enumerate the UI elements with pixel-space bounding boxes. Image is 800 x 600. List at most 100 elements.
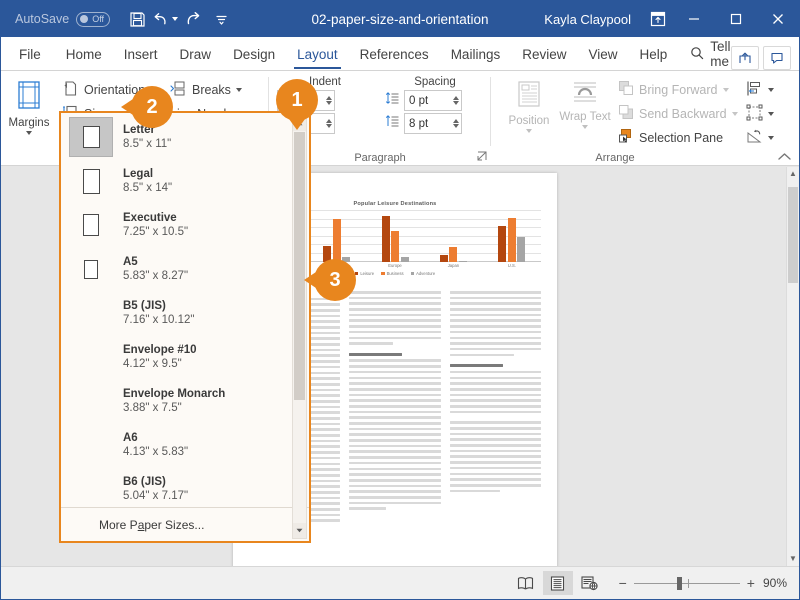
vertical-scrollbar[interactable]: ▲ ▼ (786, 167, 799, 566)
tab-mailings[interactable]: Mailings (440, 38, 512, 70)
zoom-handle[interactable] (677, 577, 682, 590)
account-name[interactable]: Kayla Claypool (544, 12, 631, 27)
dropdown-scrollbar[interactable] (292, 115, 307, 539)
text-column-3: Viva Las Vegas (450, 291, 541, 566)
share-icon[interactable] (731, 46, 759, 70)
spacing-after-stepper[interactable] (453, 119, 459, 128)
wrap-text-icon (571, 80, 599, 109)
ribbon-display-options-icon[interactable] (643, 4, 673, 34)
size-option-dimensions: 7.16" x 10.12" (123, 313, 194, 328)
chart-legend-swatch (381, 272, 385, 276)
bring-forward-caret-icon[interactable] (723, 88, 729, 92)
align-objects-button[interactable] (741, 78, 779, 101)
tab-design[interactable]: Design (222, 38, 286, 70)
undo-icon[interactable] (152, 6, 178, 32)
spacing-after-input[interactable]: 8 pt (404, 113, 462, 134)
chart-legend-label: Leisure (360, 271, 374, 276)
margins-button[interactable]: Margins (1, 74, 57, 166)
tab-layout[interactable]: Layout (286, 38, 349, 70)
size-option-dimensions: 8.5" x 11" (123, 137, 171, 152)
zoom-track[interactable] (634, 583, 740, 584)
comments-icon[interactable] (763, 46, 791, 70)
size-option-executive[interactable]: Executive7.25" x 10.5" (61, 203, 309, 247)
dropdown-scrollbar-thumb[interactable] (294, 132, 305, 400)
redo-icon[interactable] (180, 6, 206, 32)
rotate-objects-caret-icon[interactable] (768, 136, 774, 140)
selection-pane-label: Selection Pane (639, 131, 723, 145)
read-mode-icon[interactable] (511, 571, 541, 595)
tab-review[interactable]: Review (511, 38, 577, 70)
breaks-caret-icon[interactable] (236, 88, 242, 92)
wrap-text-caret-icon[interactable] (582, 125, 588, 129)
web-layout-icon[interactable] (575, 571, 605, 595)
tab-help[interactable]: Help (629, 38, 679, 70)
minimize-icon[interactable] (673, 1, 715, 37)
breaks-button[interactable]: Breaks (165, 78, 265, 101)
chart-legend-label: Business (387, 271, 404, 276)
paper-preview-icon (69, 293, 113, 333)
send-backward-button[interactable]: Send Backward (613, 102, 741, 125)
tab-references[interactable]: References (349, 38, 440, 70)
selection-pane-icon (618, 128, 634, 147)
size-option-letter[interactable]: Letter8.5" x 11" (61, 115, 309, 159)
section-heading: Europe by Eurail (349, 353, 402, 356)
size-option-b6-jis[interactable]: B6 (JIS)5.04" x 7.17" (61, 467, 309, 507)
indent-right-stepper[interactable] (326, 119, 332, 128)
more-paper-sizes-item[interactable]: More Paper Sizes... (61, 507, 309, 541)
size-dropdown-menu[interactable]: Letter8.5" x 11"Legal8.5" x 14"Executive… (59, 111, 311, 543)
zoom-in-button[interactable]: + (747, 575, 755, 591)
undo-caret-icon[interactable] (172, 17, 178, 21)
size-option-envelope-monarch[interactable]: Envelope Monarch3.88" x 7.5" (61, 379, 309, 423)
bring-forward-button[interactable]: Bring Forward (613, 78, 741, 101)
size-option-b5-jis[interactable]: B5 (JIS)7.16" x 10.12" (61, 291, 309, 335)
scroll-down-icon[interactable] (293, 523, 306, 538)
zoom-slider[interactable]: − + (619, 575, 755, 591)
print-layout-icon[interactable] (543, 571, 573, 595)
size-option-legal[interactable]: Legal8.5" x 14" (61, 159, 309, 203)
collapse-ribbon-icon[interactable] (778, 150, 791, 164)
callout-badge-2: 2 (131, 86, 173, 128)
tab-draw[interactable]: Draw (169, 38, 223, 70)
customize-quick-access-toolbar-icon[interactable] (208, 6, 234, 32)
spacing-before-stepper[interactable] (453, 96, 459, 105)
size-option-dimensions: 5.83" x 8.27" (123, 269, 188, 284)
selection-pane-button[interactable]: Selection Pane (613, 126, 741, 149)
size-option-envelope-10[interactable]: Envelope #104.12" x 9.5" (61, 335, 309, 379)
bring-forward-icon (618, 80, 634, 99)
save-icon[interactable] (124, 6, 150, 32)
size-option-name: A5 (123, 255, 188, 269)
tell-me-search[interactable]: Tell me (678, 38, 730, 70)
position-label: Position (509, 115, 550, 127)
tab-insert[interactable]: Insert (113, 38, 169, 70)
margins-caret-icon[interactable] (26, 131, 32, 135)
rotate-objects-button[interactable] (741, 126, 779, 149)
status-bar: − + 90% (1, 566, 799, 599)
indent-left-stepper[interactable] (326, 96, 332, 105)
zoom-out-button[interactable]: − (619, 575, 627, 591)
close-icon[interactable] (757, 1, 799, 37)
spacing-before-input[interactable]: 0 pt (404, 90, 462, 111)
autosave-switch[interactable]: Off (76, 12, 110, 27)
scroll-down-icon[interactable]: ▼ (787, 552, 799, 566)
group-objects-caret-icon[interactable] (768, 112, 774, 116)
chart-bar (449, 247, 457, 262)
align-objects-caret-icon[interactable] (768, 88, 774, 92)
zoom-level-label[interactable]: 90% (763, 576, 787, 590)
tell-me-label: Tell me (710, 39, 730, 69)
callout-number: 1 (291, 89, 302, 112)
scrollbar-thumb[interactable] (788, 187, 798, 283)
position-caret-icon[interactable] (526, 129, 532, 133)
tab-view[interactable]: View (577, 38, 628, 70)
tab-file[interactable]: File (1, 38, 55, 70)
size-option-a6[interactable]: A64.13" x 5.83" (61, 423, 309, 467)
send-backward-caret-icon[interactable] (732, 112, 738, 116)
autosave-toggle[interactable]: AutoSave Off (15, 12, 110, 27)
group-objects-button[interactable] (741, 102, 779, 125)
scroll-up-icon[interactable]: ▲ (787, 167, 799, 181)
size-option-a5[interactable]: A55.83" x 8.27" (61, 247, 309, 291)
callout-badge-3: 3 (314, 259, 356, 301)
maximize-icon[interactable] (715, 1, 757, 37)
tab-home[interactable]: Home (55, 38, 113, 70)
autosave-state: Off (92, 14, 104, 24)
paper-preview-icon (69, 117, 113, 157)
